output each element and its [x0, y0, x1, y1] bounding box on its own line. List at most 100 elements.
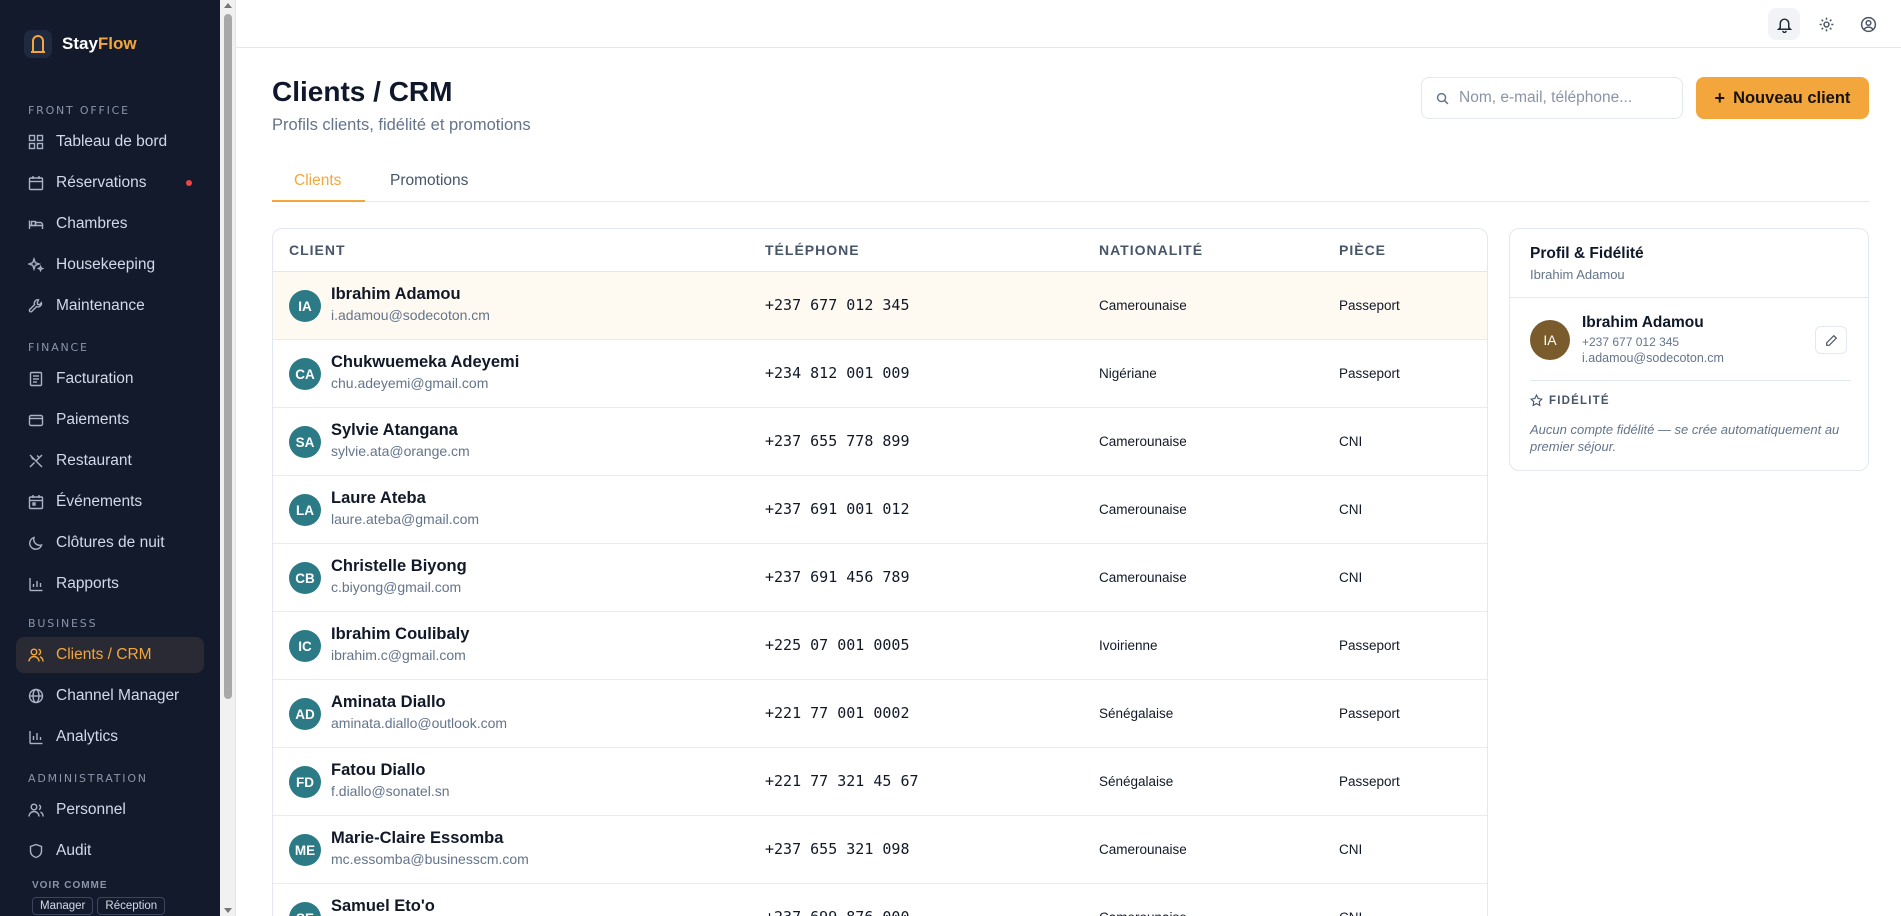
loyalty-label: FIDÉLITÉ: [1549, 394, 1610, 407]
role-reception-button[interactable]: Réception: [97, 897, 166, 915]
table-row[interactable]: CA Chukwuemeka Adeyemi chu.adeyemi@gmail.c…: [273, 340, 1487, 408]
tab-clients[interactable]: Clients: [294, 172, 341, 200]
bed-icon: [28, 220, 44, 229]
table-row[interactable]: SA Sylvie Atangana sylvie.ata@orange.cm +23…: [273, 408, 1487, 476]
client-document: Passeport: [1339, 774, 1400, 789]
sidebar-item-analytics[interactable]: Analytics: [16, 719, 204, 755]
sidebar-item-events[interactable]: Événements: [16, 484, 204, 520]
table-row[interactable]: IC Ibrahim Coulibaly ibrahim.c@gmail.com +2…: [273, 612, 1487, 680]
topbar: [236, 0, 1901, 48]
sidebar-item-reports[interactable]: Rapports: [16, 566, 204, 602]
avatar: SE: [289, 902, 321, 916]
client-document: Passeport: [1339, 638, 1400, 653]
edit-profile-button[interactable]: [1815, 326, 1847, 354]
brand-name: StayFlow: [62, 34, 137, 53]
sidebar-item-audit[interactable]: Audit: [16, 833, 204, 869]
avatar: CB: [289, 562, 321, 594]
client-name: Ibrahim Coulibaly: [331, 625, 470, 643]
client-name: Ibrahim Adamou: [331, 285, 461, 303]
divider: [1510, 297, 1868, 298]
new-client-button-label: Nouveau client: [1733, 88, 1851, 107]
role-manager-button[interactable]: Manager: [32, 897, 94, 915]
user-circle-icon: [1860, 16, 1876, 32]
section-front-office: FRONT OFFICE: [28, 104, 130, 117]
sidebar-item-rooms[interactable]: Chambres: [16, 206, 204, 242]
column-header-nationality[interactable]: NATIONALITÉ: [1099, 242, 1203, 258]
client-phone: +237 699 876 000: [765, 908, 910, 916]
client-name: Samuel Eto'o: [331, 897, 435, 915]
client-nationality: Camerounaise: [1099, 434, 1187, 449]
settings-button[interactable]: [1810, 8, 1842, 40]
sidebar: StayFlow FRONT OFFICE Tableau de bord Ré…: [0, 0, 220, 916]
receipt-icon: [29, 371, 43, 387]
client-email: ibrahim.c@gmail.com: [331, 647, 466, 663]
avatar: CA: [289, 358, 321, 390]
sidebar-item-channel-manager[interactable]: Channel Manager: [16, 678, 204, 714]
client-document: Passeport: [1339, 298, 1400, 313]
table-row[interactable]: FD Fatou Diallo f.diallo@sonatel.sn +221 77…: [273, 748, 1487, 816]
client-name: Aminata Diallo: [331, 693, 446, 711]
sidebar-item-label: Paiements: [56, 411, 130, 428]
client-email: laure.ateba@gmail.com: [331, 511, 480, 527]
globe-icon: [28, 688, 44, 704]
scrollbar-thumb[interactable]: [224, 14, 232, 699]
client-nationality: Camerounaise: [1099, 910, 1187, 916]
scroll-down-arrow-icon[interactable]: [224, 908, 232, 913]
column-header-client[interactable]: CLIENT: [289, 242, 346, 258]
sidebar-item-billing[interactable]: Facturation: [16, 361, 204, 397]
client-phone: +221 77 321 45 67: [765, 772, 919, 790]
notifications-button[interactable]: [1768, 8, 1800, 40]
sidebar-item-maintenance[interactable]: Maintenance: [16, 288, 204, 324]
client-name: Marie-Claire Essomba: [331, 829, 504, 847]
client-phone: +237 691 456 789: [765, 568, 910, 586]
sidebar-item-reservations[interactable]: Réservations: [16, 165, 204, 201]
profile-name: Ibrahim Adamou: [1582, 314, 1704, 331]
sidebar-item-crm[interactable]: Clients / CRM: [16, 637, 204, 673]
client-nationality: Sénégalaise: [1099, 706, 1174, 721]
search-box[interactable]: [1421, 77, 1683, 119]
sidebar-item-label: Audit: [56, 842, 92, 859]
client-phone: +237 677 012 345: [765, 296, 910, 314]
active-tab-indicator: [272, 200, 365, 202]
sidebar-item-housekeeping[interactable]: Housekeeping: [16, 247, 204, 283]
table-row[interactable]: AD Aminata Diallo aminata.diallo@outlook.c…: [273, 680, 1487, 748]
client-email: chu.adeyemi@gmail.com: [331, 375, 489, 391]
column-header-phone[interactable]: TÉLÉPHONE: [765, 242, 860, 258]
sidebar-item-restaurant[interactable]: Restaurant: [16, 443, 204, 479]
search-input[interactable]: [1459, 89, 1669, 107]
column-header-document[interactable]: PIÈCE: [1339, 242, 1386, 258]
sidebar-item-label: Réservations: [56, 174, 147, 191]
client-email: c.biyong@gmail.com: [331, 579, 462, 595]
sidebar-item-staff[interactable]: Personnel: [16, 792, 204, 828]
sidebar-scrollbar[interactable]: [220, 0, 236, 916]
calendar-icon: [28, 176, 44, 191]
bell-icon: [1776, 17, 1792, 33]
brand[interactable]: StayFlow: [24, 30, 137, 58]
tab-promotions[interactable]: Promotions: [390, 172, 468, 200]
notification-dot: [186, 180, 192, 186]
table-row[interactable]: SE Samuel Eto'o +237 699 876 000 Camerounai…: [273, 884, 1487, 916]
account-button[interactable]: [1852, 8, 1884, 40]
table-row[interactable]: LA Laure Ateba laure.ateba@gmail.com +237 6…: [273, 476, 1487, 544]
client-document: CNI: [1339, 842, 1363, 857]
client-nationality: Camerounaise: [1099, 570, 1187, 585]
divider: [1530, 380, 1850, 381]
client-email: f.diallo@sonatel.sn: [331, 783, 450, 799]
client-phone: +234 812 001 009: [765, 364, 910, 382]
sidebar-item-night-audit[interactable]: Clôtures de nuit: [16, 525, 204, 561]
client-nationality: Nigériane: [1099, 366, 1157, 381]
table-row[interactable]: IA Ibrahim Adamou i.adamou@sodecoton.cm +23…: [273, 272, 1487, 340]
client-document: CNI: [1339, 434, 1363, 449]
table-row[interactable]: ME Marie-Claire Essomba mc.essomba@busines…: [273, 816, 1487, 884]
table-row[interactable]: CB Christelle Biyong c.biyong@gmail.com +23…: [273, 544, 1487, 612]
client-phone: +225 07 001 0005: [765, 636, 910, 654]
sidebar-item-label: Événements: [56, 493, 143, 510]
search-icon: [1436, 92, 1449, 104]
client-phone: +237 655 778 899: [765, 432, 910, 450]
sidebar-item-payments[interactable]: Paiements: [16, 402, 204, 438]
avatar: IA: [1530, 320, 1570, 360]
wallet-icon: [28, 414, 44, 427]
sidebar-item-dashboard[interactable]: Tableau de bord: [16, 124, 204, 160]
new-client-button[interactable]: + Nouveau client: [1696, 77, 1869, 119]
scroll-up-arrow-icon[interactable]: [224, 3, 232, 8]
